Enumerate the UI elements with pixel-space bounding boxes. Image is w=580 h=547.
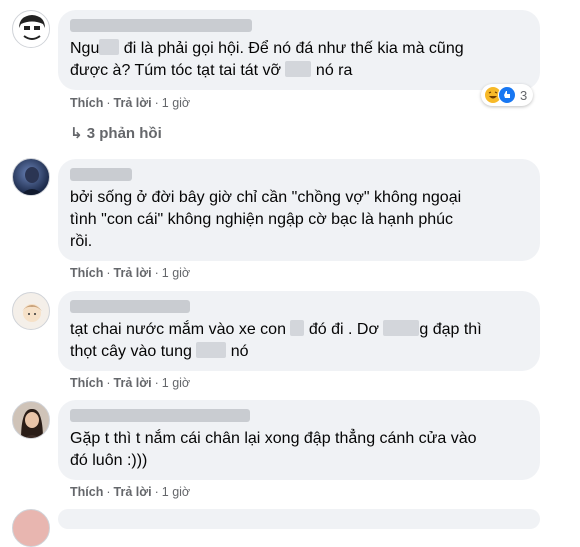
meme-face-icon bbox=[14, 12, 49, 47]
comment-text: Gặp t thì t nắm cái chân lại xong đập th… bbox=[70, 430, 477, 469]
profile-photo-icon bbox=[20, 167, 44, 195]
avatar[interactable] bbox=[12, 401, 50, 439]
comment-actions: Thích · Trả lời · 1 giờ bbox=[70, 266, 191, 280]
timestamp[interactable]: 1 giờ bbox=[162, 266, 190, 280]
avatar[interactable] bbox=[12, 158, 50, 196]
reply-link[interactable]: Trả lời bbox=[114, 376, 152, 390]
author-name-redacted[interactable] bbox=[70, 168, 132, 181]
redacted-word bbox=[196, 342, 227, 358]
comment-text: Ngu đi là phải gọi hội. Để nó đá như thế… bbox=[70, 39, 464, 79]
comment-actions: Thích · Trả lời · 1 giờ bbox=[70, 485, 191, 499]
reaction-badge[interactable]: 3 bbox=[481, 84, 534, 106]
timestamp[interactable]: 1 giờ bbox=[162, 376, 190, 390]
timestamp[interactable]: 1 giờ bbox=[162, 485, 190, 499]
comment-bubble-partial bbox=[58, 509, 540, 529]
cartoon-avatar-icon bbox=[22, 304, 42, 322]
like-emoji-icon bbox=[498, 86, 516, 104]
comment-bubble: tạt chai nước mắm vào xe con đó đi . Dơ … bbox=[58, 291, 540, 371]
author-name-redacted[interactable] bbox=[70, 409, 250, 422]
redacted-word bbox=[285, 61, 312, 77]
reply-arrow-icon: ↳ bbox=[70, 125, 83, 142]
reply-link[interactable]: Trả lời bbox=[114, 96, 152, 110]
comment-bubble: bởi sống ở đời bây giờ chỉ cần "chồng vợ… bbox=[58, 159, 540, 261]
like-link[interactable]: Thích bbox=[70, 376, 103, 390]
reply-link[interactable]: Trả lời bbox=[114, 485, 152, 499]
comment-bubble: Ngu đi là phải gọi hội. Để nó đá như thế… bbox=[58, 10, 540, 90]
reaction-count: 3 bbox=[520, 87, 528, 103]
redacted-word bbox=[290, 320, 305, 336]
redacted-word bbox=[99, 39, 120, 55]
comment-actions: Thích · Trả lời · 1 giờ bbox=[70, 96, 191, 110]
like-link[interactable]: Thích bbox=[70, 485, 103, 499]
author-name-redacted[interactable] bbox=[70, 300, 190, 313]
view-replies-link[interactable]: ↳ 3 phản hồi bbox=[70, 124, 162, 142]
comment-text: tạt chai nước mắm vào xe con đó đi . Dơ … bbox=[70, 320, 482, 360]
timestamp[interactable]: 1 giờ bbox=[162, 96, 190, 110]
like-link[interactable]: Thích bbox=[70, 266, 103, 280]
author-name-redacted[interactable] bbox=[70, 19, 252, 32]
redacted-word bbox=[383, 320, 420, 336]
avatar-partial[interactable] bbox=[12, 509, 50, 547]
reply-link[interactable]: Trả lời bbox=[114, 266, 152, 280]
comment-bubble: Gặp t thì t nắm cái chân lại xong đập th… bbox=[58, 400, 540, 480]
comment-text: bởi sống ở đời bây giờ chỉ cần "chồng vợ… bbox=[70, 189, 462, 250]
like-link[interactable]: Thích bbox=[70, 96, 103, 110]
avatar[interactable] bbox=[12, 292, 50, 330]
profile-photo-icon bbox=[21, 408, 43, 438]
avatar[interactable] bbox=[12, 10, 50, 48]
comment-actions: Thích · Trả lời · 1 giờ bbox=[70, 376, 191, 390]
